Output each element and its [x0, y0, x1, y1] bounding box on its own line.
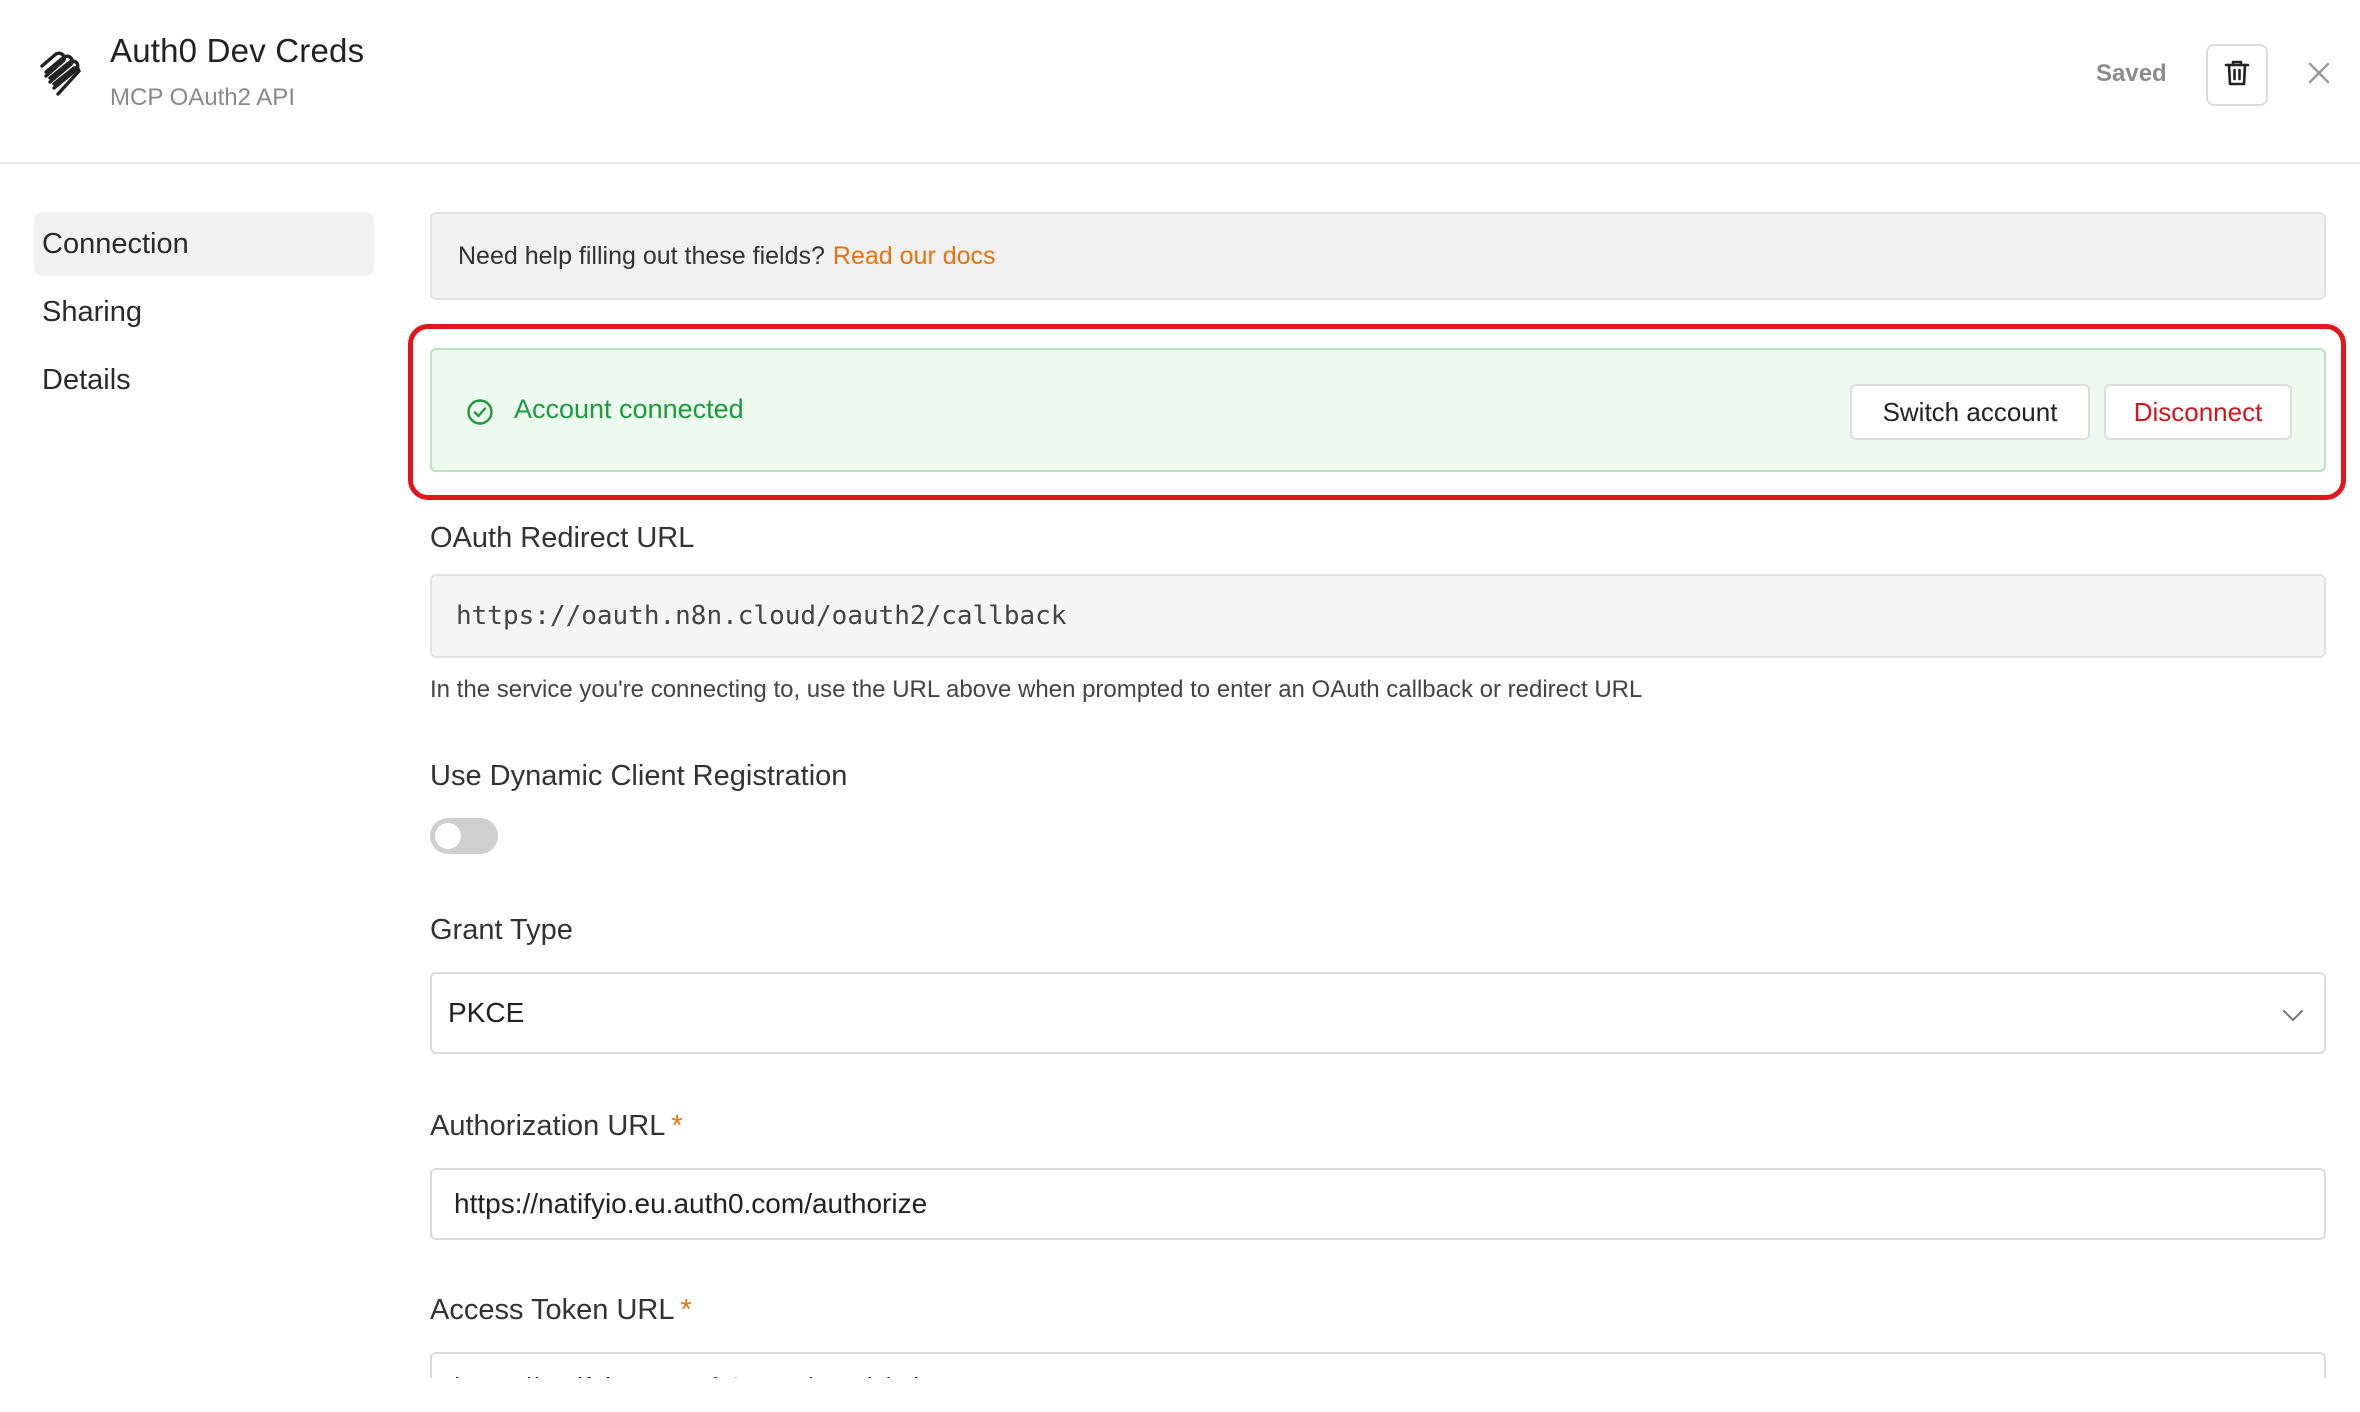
- sidebar-item-connection[interactable]: Connection: [34, 212, 374, 276]
- viewport-clip: [0, 1378, 2360, 1412]
- redirect-url-hint: In the service you're connecting to, use…: [430, 676, 1643, 703]
- credential-modal: Auth0 Dev Creds MCP OAuth2 API Saved Con…: [0, 0, 2360, 1412]
- authorization-url-label: Authorization URL *: [430, 1110, 683, 1143]
- help-text: Need help filling out these fields?: [458, 241, 825, 270]
- authorization-url-input[interactable]: [430, 1168, 2326, 1240]
- required-mark: *: [671, 1110, 683, 1142]
- dynamic-registration-label: Use Dynamic Client Registration: [430, 760, 848, 792]
- redirect-url-label: OAuth Redirect URL: [430, 522, 695, 554]
- grant-type-select[interactable]: PKCE: [430, 972, 2326, 1054]
- paperclip-stack-icon: [36, 50, 84, 100]
- toggle-knob: [435, 823, 461, 849]
- help-banner: Need help filling out these fields? Read…: [430, 212, 2326, 300]
- sidebar-nav: Connection Sharing Details: [34, 212, 374, 416]
- dynamic-registration-toggle[interactable]: [430, 818, 498, 854]
- modal-header: Auth0 Dev Creds MCP OAuth2 API Saved: [0, 0, 2360, 164]
- close-button[interactable]: [2302, 58, 2336, 92]
- sidebar-item-details[interactable]: Details: [34, 348, 374, 412]
- authorization-url-label-text: Authorization URL: [430, 1110, 666, 1142]
- credential-type: MCP OAuth2 API: [110, 84, 295, 111]
- saved-status: Saved: [2096, 60, 2167, 87]
- highlight-annotation: [408, 324, 2346, 500]
- access-token-url-label-text: Access Token URL: [430, 1294, 675, 1326]
- grant-type-value: PKCE: [448, 997, 525, 1028]
- required-mark: *: [680, 1294, 692, 1326]
- close-icon: [2307, 61, 2331, 90]
- access-token-url-label: Access Token URL *: [430, 1294, 692, 1327]
- docs-link[interactable]: Read our docs: [833, 242, 996, 271]
- redirect-url-field[interactable]: https://oauth.n8n.cloud/oauth2/callback: [430, 574, 2326, 658]
- delete-button[interactable]: [2206, 44, 2268, 106]
- credential-title[interactable]: Auth0 Dev Creds: [110, 32, 364, 70]
- trash-icon: [2224, 59, 2250, 92]
- grant-type-label: Grant Type: [430, 914, 573, 946]
- sidebar-item-sharing[interactable]: Sharing: [34, 280, 374, 344]
- chevron-down-icon: [2280, 1002, 2306, 1028]
